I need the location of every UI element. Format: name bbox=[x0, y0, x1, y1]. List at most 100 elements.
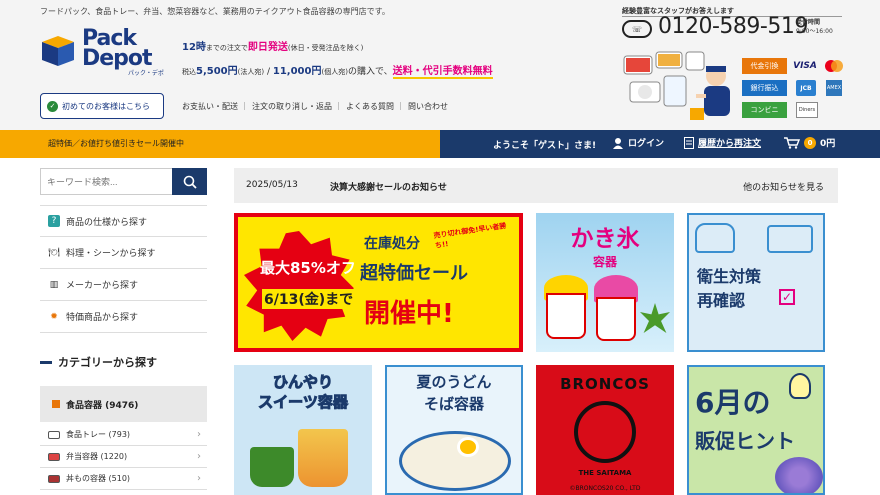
cash-on-delivery-badge: 代金引換 bbox=[742, 58, 787, 74]
sale-now-open: 開催中! bbox=[364, 299, 454, 329]
bowl-icon bbox=[48, 474, 60, 483]
site-tagline: フードパック、食品トレー、弁当、惣菜容器など、業務用のテイクアウト食品容器の専門… bbox=[40, 7, 390, 16]
convenience-store-badge: コンビニ bbox=[742, 102, 787, 118]
sweets-line2: スイーツ容器 bbox=[258, 393, 349, 412]
visa-logo: VISA bbox=[793, 61, 817, 71]
phone-number[interactable]: 0120-589-519 bbox=[658, 14, 808, 39]
reorder-history-link[interactable]: 履歴から再注文 bbox=[684, 136, 761, 149]
search-by-links: ? 商品の仕様から探す 🍽 料理・シーンから探す ▥ メーカーから探す ✹ 特価… bbox=[40, 205, 207, 333]
sidebar-item-maker[interactable]: ▥ メーカーから探す bbox=[40, 269, 207, 301]
hydrangea-icon bbox=[775, 457, 823, 493]
sale-end-date: 6/13(金)まで bbox=[262, 289, 356, 309]
jcb-logo: JCB bbox=[796, 80, 816, 96]
staff-illustration-icon bbox=[623, 51, 730, 120]
summer-udon-banner[interactable]: 夏のうどん そば容器 bbox=[385, 365, 523, 495]
sidebar-item-sale[interactable]: ✹ 特価商品から探す bbox=[40, 301, 207, 333]
logo-kana: パック・デポ bbox=[128, 70, 164, 77]
news-bar: 2025/05/13 決算大感謝セールのお知らせ 他のお知らせを見る bbox=[234, 168, 838, 203]
sale-title: 超特価セール bbox=[360, 263, 468, 284]
sidebar-item-dish[interactable]: 🍽 料理・シーンから探す bbox=[40, 237, 207, 269]
mastercard-icon bbox=[825, 60, 843, 72]
subcategory-item[interactable]: 丼もの容器 (510) bbox=[40, 468, 207, 490]
june-line1: 6月の bbox=[695, 386, 771, 419]
news-title-link[interactable]: 決算大感謝セールのお知らせ bbox=[330, 180, 447, 193]
noodle-bowl-icon bbox=[399, 431, 511, 491]
bento-icon bbox=[48, 452, 60, 461]
udon-line2: そば容器 bbox=[423, 395, 484, 413]
bank-transfer-badge: 銀行振込 bbox=[742, 80, 787, 96]
search-form bbox=[40, 168, 207, 195]
cart-count-badge: 0 bbox=[804, 136, 816, 149]
hygiene-line2: 再確認 bbox=[697, 291, 746, 310]
sale-max-discount: 最大85%オフ bbox=[260, 259, 356, 277]
amex-logo: AMEX bbox=[826, 80, 842, 96]
checkbox-icon: ✓ bbox=[779, 289, 795, 305]
nav-contact[interactable]: 問い合わせ bbox=[399, 101, 448, 112]
ice-cup-icon bbox=[546, 293, 586, 339]
matcha-jelly-icon bbox=[250, 447, 294, 487]
clearance-sale-banner[interactable]: 最大85%オフ 6/13(金)まで 売り切れ御免!早い者勝ち!! 在庫処分 超特… bbox=[234, 213, 523, 352]
container-icon bbox=[767, 225, 813, 253]
burst-shape bbox=[244, 231, 354, 341]
sale-sold-out-note: 売り切れ御免!早い者勝ち!! bbox=[433, 221, 507, 250]
first-time-label: 初めてのお客様はこちら bbox=[62, 101, 150, 111]
june-promo-banner[interactable]: 6月の 販促ヒント bbox=[687, 365, 825, 495]
nav-payment-delivery[interactable]: お支払い・配送 bbox=[182, 101, 238, 112]
cart-link[interactable]: 0 0円 bbox=[784, 136, 835, 149]
subcategory-item[interactable]: 弁当容器 (1220) bbox=[40, 446, 207, 468]
sale-icon: ✹ bbox=[50, 311, 58, 322]
cart-total: 0円 bbox=[820, 139, 836, 149]
business-hours: 受付時間 9:00～16:00 bbox=[796, 19, 833, 35]
hygiene-banner[interactable]: 衛生対策 再確認 ✓ bbox=[687, 213, 825, 352]
status-bar: 超特価／お値打ち値引きセール開催中 ようこそ「ゲスト」さま! ログイン 履歴から… bbox=[0, 130, 880, 158]
kakigori-banner[interactable]: かき氷 容器 bbox=[536, 213, 674, 352]
search-button[interactable] bbox=[172, 168, 207, 195]
hand-wash-icon bbox=[695, 223, 735, 253]
first-time-customer-button[interactable]: ✓ 初めてのお客様はこちら bbox=[40, 93, 164, 119]
broncos-banner[interactable]: BRONCOS THE SAITAMA ©BRONCOS20 CO., LTD bbox=[536, 365, 674, 495]
subcategory-list: 食品トレー (793) 弁当容器 (1220) 丼もの容器 (510) bbox=[40, 424, 207, 490]
login-link[interactable]: ログイン bbox=[612, 136, 664, 149]
tray-icon bbox=[48, 430, 60, 439]
site-logo[interactable]: Pack Depot パック・デポ bbox=[40, 26, 170, 77]
account-bar: ようこそ「ゲスト」さま! ログイン 履歴から再注文 0 0円 bbox=[440, 130, 880, 158]
subcategory-item[interactable]: 食品トレー (793) bbox=[40, 424, 207, 446]
nav-cancel-return[interactable]: 注文の取り消し・返品 bbox=[243, 101, 332, 112]
cart-icon bbox=[784, 136, 800, 149]
search-icon bbox=[183, 175, 197, 189]
kakigori-title: かき氷 bbox=[570, 226, 640, 252]
nav-faq[interactable]: よくある質問 bbox=[337, 101, 394, 112]
category-marker-icon bbox=[52, 400, 60, 408]
ice-cup-icon bbox=[596, 297, 636, 341]
udon-line1: 夏のうどん bbox=[416, 373, 492, 391]
bronco-horse-icon bbox=[574, 401, 636, 463]
lightbulb-icon bbox=[789, 373, 811, 399]
box-logo-icon bbox=[42, 36, 74, 66]
user-icon bbox=[613, 137, 623, 149]
category-food-containers[interactable]: 食品容器 (9476) bbox=[40, 386, 207, 422]
spec-icon: ? bbox=[48, 215, 60, 227]
welcome-text: ようこそ「ゲスト」さま! bbox=[493, 141, 597, 151]
check-icon: ✓ bbox=[47, 100, 58, 112]
top-nav: お支払い・配送 注文の取り消し・返品 よくある質問 問い合わせ bbox=[182, 101, 448, 112]
document-icon bbox=[684, 136, 694, 149]
promo-bar[interactable]: 超特価／お値打ち値引きセール開催中 bbox=[0, 130, 440, 158]
sweets-line1: ひんやり bbox=[272, 373, 333, 392]
category-heading: カテゴリーから探す bbox=[40, 354, 157, 370]
egg-icon bbox=[457, 437, 479, 457]
dish-icon: 🍽 bbox=[48, 247, 60, 258]
fruit-jelly-icon bbox=[298, 429, 348, 487]
sweets-container-banner[interactable]: ひんやり スイーツ容器 bbox=[234, 365, 372, 495]
diners-logo: Diners bbox=[796, 102, 818, 118]
more-news-link[interactable]: 他のお知らせを見る bbox=[743, 180, 824, 193]
sale-stock-clearance: 在庫処分 bbox=[364, 236, 420, 252]
sidebar-item-spec[interactable]: ? 商品の仕様から探す bbox=[40, 205, 207, 237]
hygiene-line1: 衛生対策 bbox=[697, 267, 762, 286]
kakigori-sub: 容器 bbox=[592, 255, 617, 269]
same-day-shipping-notice: 12時までの注文で即日発送(休日・受発注品を除く) bbox=[182, 42, 364, 53]
maple-leaf-icon bbox=[640, 303, 670, 333]
site-header: フードパック、食品トレー、弁当、惣菜容器など、業務用のテイクアウト食品容器の専門… bbox=[0, 0, 880, 130]
broncos-copyright: ©BRONCOS20 CO., LTD bbox=[569, 485, 641, 492]
search-input[interactable] bbox=[40, 168, 172, 195]
free-dial-icon: ☏ bbox=[622, 20, 652, 38]
